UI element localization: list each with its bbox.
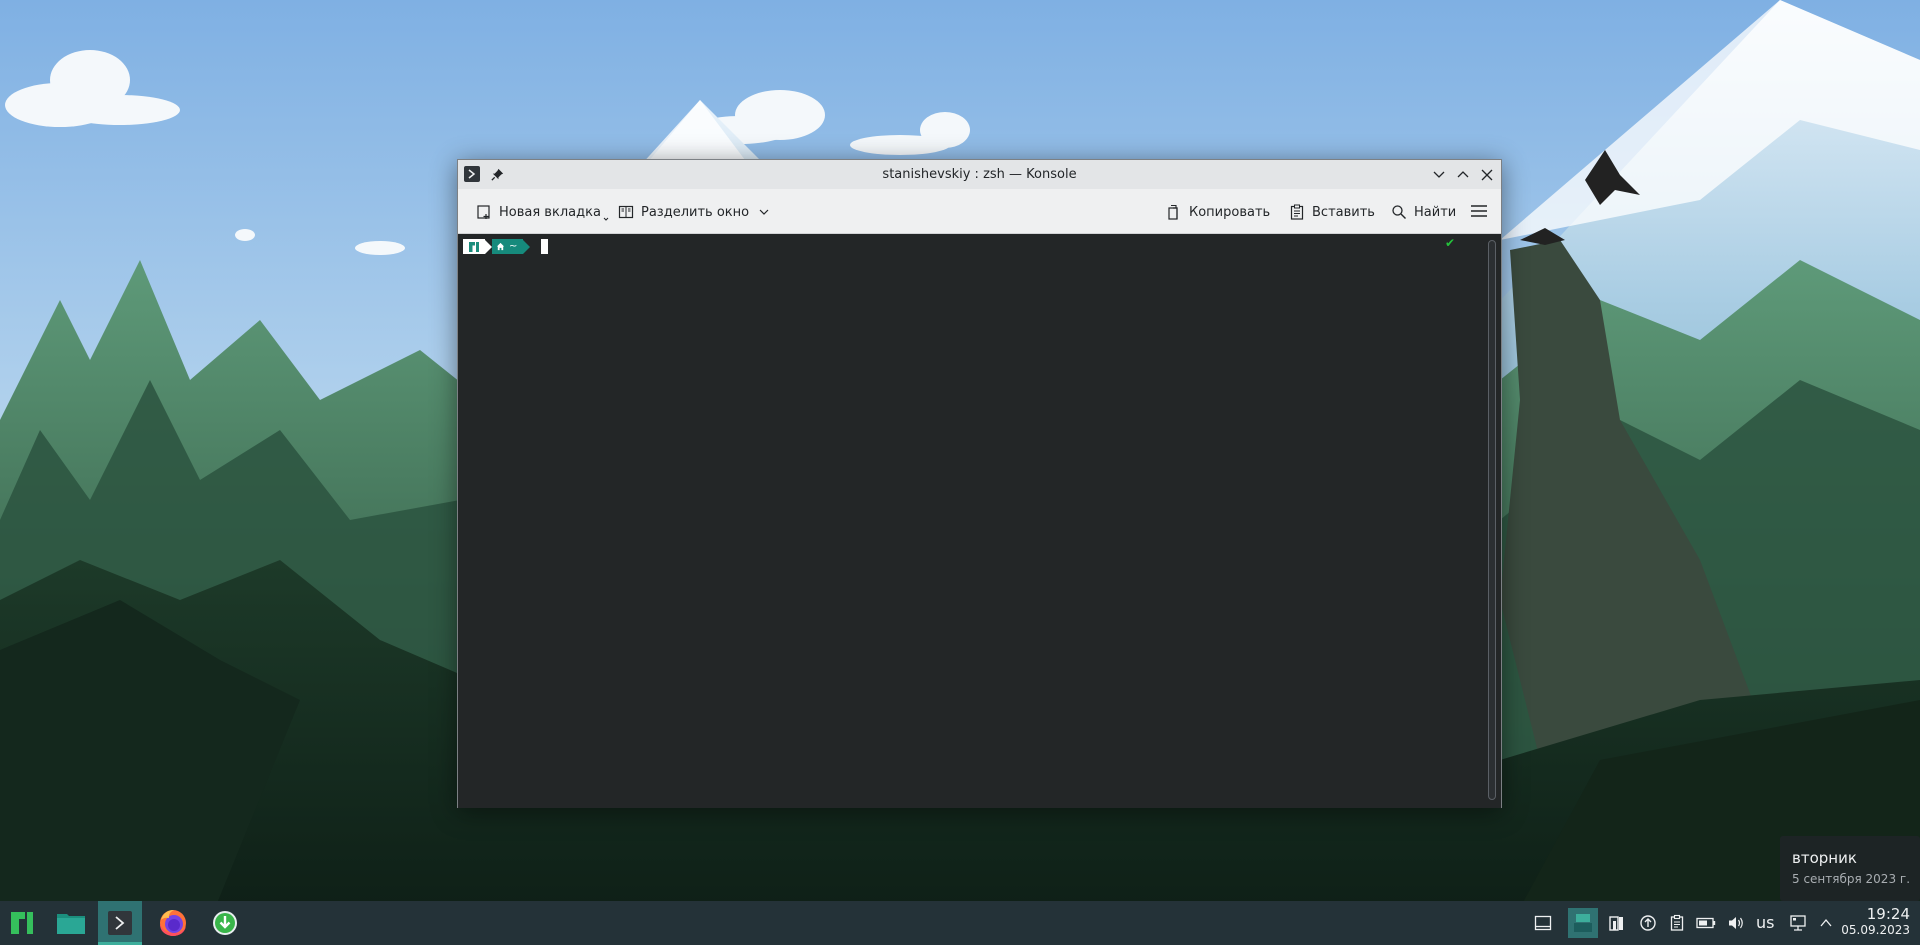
terminal-area[interactable]: ~ ✔	[458, 234, 1501, 808]
status-check-icon: ✔	[1445, 236, 1456, 250]
chevron-down-icon	[1433, 171, 1445, 178]
show-desktop-button[interactable]	[1533, 913, 1553, 933]
close-button[interactable]	[1477, 165, 1497, 185]
find-button[interactable]: Найти	[1387, 198, 1460, 226]
network-tray-button[interactable]	[1788, 913, 1808, 933]
clock-time: 19:24	[1866, 905, 1910, 923]
prompt-dir-text: ~	[509, 241, 518, 252]
battery-icon	[1696, 917, 1716, 929]
split-view-button[interactable]: Разделить окно	[614, 198, 774, 226]
clipboard-icon	[1670, 914, 1684, 931]
updates-tray-button[interactable]	[1638, 913, 1658, 933]
window-controls	[1429, 165, 1497, 185]
downloader-button[interactable]	[203, 901, 247, 945]
pager-button[interactable]	[1568, 908, 1598, 938]
scrollbar[interactable]	[1488, 240, 1496, 800]
text-cursor	[541, 239, 549, 254]
file-manager-button[interactable]	[49, 901, 93, 945]
clock-date: 05.09.2023	[1841, 923, 1910, 937]
paste-icon	[1290, 204, 1304, 220]
chevron-down-icon	[603, 217, 609, 221]
shell-prompt: ~	[463, 239, 549, 254]
file-manager-icon	[57, 914, 85, 934]
paste-button[interactable]: Вставить	[1285, 198, 1379, 226]
update-icon	[1640, 915, 1656, 931]
virtual-desktop-icon	[1574, 914, 1592, 932]
network-wired-icon	[1790, 915, 1806, 931]
window-title: stanishevskiy : zsh — Konsole	[882, 167, 1077, 182]
manjaro-logo-icon	[463, 239, 485, 254]
new-tab-label: Новая вкладка	[499, 204, 601, 220]
chevron-up-icon	[1820, 918, 1832, 927]
konsole-task-button[interactable]	[98, 901, 142, 945]
downloader-icon	[213, 911, 237, 935]
hamburger-menu-button[interactable]	[1466, 196, 1492, 226]
search-icon	[1392, 205, 1406, 219]
tray-expand-button[interactable]	[1816, 913, 1836, 933]
package-manager-tray-button[interactable]	[1607, 913, 1627, 933]
package-icon	[1609, 916, 1623, 931]
clipboard-tray-button[interactable]	[1667, 913, 1687, 933]
minimize-button[interactable]	[1429, 165, 1449, 185]
manjaro-menu-icon	[11, 912, 33, 934]
split-view-label: Разделить окно	[641, 204, 750, 220]
digital-clock[interactable]: 19:24 05.09.2023	[1841, 905, 1910, 938]
speaker-icon	[1729, 917, 1743, 929]
copy-icon	[1168, 204, 1178, 220]
chevron-down-icon	[759, 209, 769, 215]
taskbar: us 19:24 05.09.2023	[0, 901, 1920, 945]
prompt-separator	[523, 239, 531, 254]
close-icon	[1481, 169, 1493, 181]
titlebar[interactable]: stanishevskiy : zsh — Konsole	[458, 160, 1501, 189]
new-tab-icon	[477, 205, 490, 219]
prompt-separator	[485, 239, 492, 254]
full-date-label: 5 сентября 2023 г.	[1792, 872, 1911, 886]
split-view-icon	[618, 205, 634, 219]
date-tooltip: вторник 5 сентября 2023 г.	[1780, 836, 1920, 901]
new-tab-button[interactable]: Новая вкладка	[472, 198, 613, 226]
keyboard-layout-indicator[interactable]: us	[1756, 913, 1774, 932]
volume-tray-button[interactable]	[1726, 913, 1746, 933]
weekday-label: вторник	[1792, 849, 1857, 867]
paste-label: Вставить	[1312, 204, 1375, 220]
firefox-icon	[160, 910, 186, 936]
konsole-icon	[108, 911, 132, 935]
hamburger-menu-icon	[1471, 205, 1487, 217]
konsole-window[interactable]: stanishevskiy : zsh — Konsole Новая вкла…	[457, 159, 1502, 808]
copy-label: Копировать	[1189, 204, 1271, 220]
find-label: Найти	[1414, 204, 1457, 220]
home-icon	[496, 242, 505, 251]
battery-tray-button[interactable]	[1696, 913, 1716, 933]
firefox-button[interactable]	[151, 901, 195, 945]
app-menu-button[interactable]	[0, 901, 44, 945]
copy-button[interactable]: Копировать	[1162, 198, 1274, 226]
toolbar: Новая вкладка Разделить окно Копировать	[458, 189, 1501, 234]
prompt-directory: ~	[492, 239, 524, 254]
maximize-button[interactable]	[1453, 165, 1473, 185]
chevron-up-icon	[1457, 171, 1469, 178]
window-icon	[1534, 915, 1552, 931]
